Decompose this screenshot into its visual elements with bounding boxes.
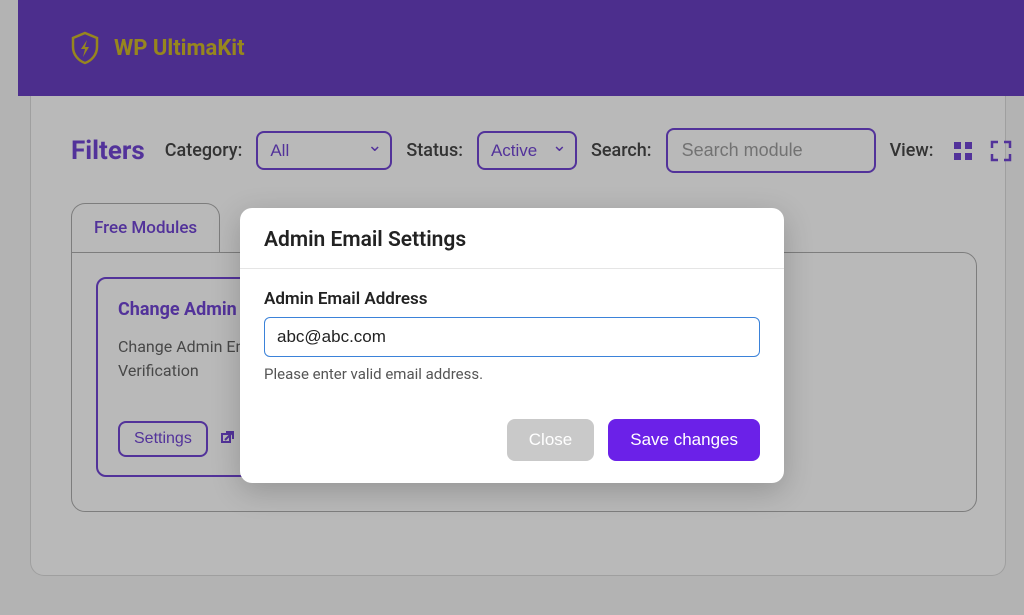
- admin-email-modal: Admin Email Settings Admin Email Address…: [240, 208, 784, 483]
- email-field-label: Admin Email Address: [264, 289, 760, 309]
- modal-body: Admin Email Address Please enter valid e…: [240, 269, 784, 399]
- modal-title: Admin Email Settings: [264, 228, 760, 252]
- admin-email-input[interactable]: [264, 317, 760, 357]
- modal-footer: Close Save changes: [240, 399, 784, 483]
- modal-header: Admin Email Settings: [240, 208, 784, 269]
- close-button[interactable]: Close: [507, 419, 594, 461]
- save-changes-button[interactable]: Save changes: [608, 419, 760, 461]
- email-helper-text: Please enter valid email address.: [264, 365, 760, 383]
- modal-overlay[interactable]: Admin Email Settings Admin Email Address…: [0, 0, 1024, 615]
